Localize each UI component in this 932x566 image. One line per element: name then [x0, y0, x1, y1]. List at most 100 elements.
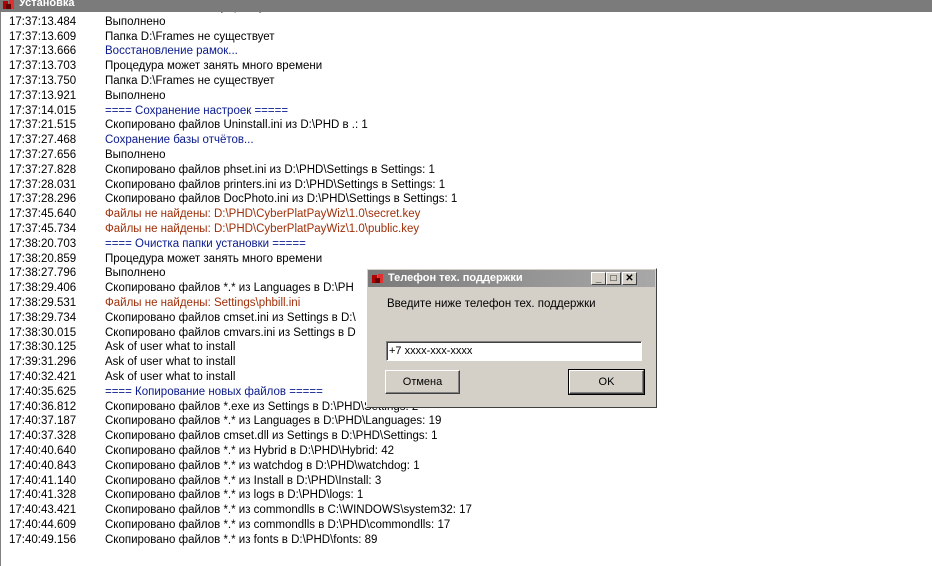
log-row: 17:40:40.640 Скопировано файлов *.* из Hy…: [1, 444, 931, 459]
log-message: Файлы не найдены: D:\PHD\CyberPlatPayWiz…: [105, 222, 420, 235]
log-row: 17:38:20.703 ==== Очистка папки установк…: [1, 237, 931, 252]
support-phone-input[interactable]: [386, 341, 642, 361]
dialog-title-bar[interactable]: Телефон тех. поддержки _ □ ✕: [368, 270, 655, 287]
log-time: 17:37:45.734: [9, 222, 77, 235]
log-time: 17:40:40.640: [9, 444, 77, 457]
log-time: 17:40:36.812: [9, 400, 77, 413]
log-time: 17:37:27.468: [9, 134, 77, 147]
log-message: ==== Очистка папки установки =====: [105, 237, 306, 250]
log-message: Скопировано файлов Uninstall.ini из D:\P…: [105, 119, 368, 132]
log-row: 17:40:43.421 Скопировано файлов *.* из co…: [1, 503, 931, 518]
log-row: 17:40:37.187 Скопировано файлов *.* из La…: [1, 414, 931, 429]
log-time: 17:40:43.421: [9, 504, 77, 517]
log-message: Скопировано файлов *.* из commondlls в C…: [105, 504, 472, 517]
log-time: 17:37:13.666: [9, 45, 77, 58]
log-message: Восстановление рамок...: [105, 45, 238, 58]
log-message: Выполнено: [105, 267, 166, 280]
app-icon: [3, 0, 14, 9]
log-time: 17:40:37.187: [9, 415, 77, 428]
dialog-prompt: Введите ниже телефон тех. поддержки: [387, 298, 596, 310]
window-title: Установка: [19, 0, 75, 9]
log-row: 17:37:13.750 Папка D:\Frames не существуе…: [1, 74, 931, 89]
log-message: Выполнено: [105, 89, 166, 102]
log-time: 17:40:35.625: [9, 385, 77, 398]
support-phone-dialog: Телефон тех. поддержки _ □ ✕ Введите ниж…: [366, 268, 657, 408]
log-message: Скопировано файлов *.* из Hybrid в D:\PH…: [105, 444, 394, 457]
log-time: 17:37:13.921: [9, 89, 77, 102]
log-message: Скопировано файлов *.* из commondlls в D…: [105, 518, 451, 531]
log-row: 17:37:45.640 Файлы не найдены: D:\PHD\Cyb…: [1, 207, 931, 222]
log-row: 17:40:44.609 Скопировано файлов *.* из co…: [1, 518, 931, 533]
log-message: Ask of user what to install: [105, 356, 236, 369]
close-button[interactable]: ✕: [622, 272, 637, 285]
log-time: 17:38:30.125: [9, 341, 77, 354]
minimize-button[interactable]: _: [591, 272, 606, 285]
close-icon: ✕: [625, 273, 634, 284]
log-message: Скопировано файлов *.* из watchdog в D:\…: [105, 459, 420, 472]
log-time: 17:37:13.484: [9, 15, 77, 28]
log-time: 17:39:31.296: [9, 356, 77, 369]
log-time: 17:37:45.640: [9, 208, 77, 221]
log-row: 17:37:27.656 Выполнено: [1, 148, 931, 163]
log-message: Скопировано файлов cmvars.ini из Setting…: [105, 326, 356, 339]
log-message: Ask of user what to install: [105, 370, 236, 383]
log-row: 17:40:49.156 Скопировано файлов *.* из fo…: [1, 533, 931, 548]
log-row: 17:40:40.843 Скопировано файлов *.* из wa…: [1, 459, 931, 474]
maximize-icon: □: [610, 273, 617, 284]
log-time: 17:40:32.421: [9, 370, 77, 383]
log-time: 17:38:27.796: [9, 267, 77, 280]
log-message: Скопировано файлов DocPhoto.ini из D:\PH…: [105, 193, 458, 206]
log-message: Файлы не найдены: D:\PHD\CyberPlatPayWiz…: [105, 208, 421, 221]
log-message: Папка D:\Frames не существует: [105, 30, 275, 43]
log-row: 17:40:41.328 Скопировано файлов *.* из lo…: [1, 488, 931, 503]
log-row: 17:37:28.296 Скопировано файлов DocPhoto.…: [1, 192, 931, 207]
log-message: Папка D:\Frames не существует: [105, 74, 275, 87]
dialog-title: Телефон тех. поддержки: [388, 272, 523, 284]
log-time: 17:38:20.859: [9, 252, 77, 265]
log-time: 17:40:41.140: [9, 474, 77, 487]
log-time: 17:37:27.828: [9, 163, 77, 176]
log-message: ==== Копирование новых файлов =====: [105, 385, 323, 398]
log-row: 17:37:27.828 Скопировано файлов phset.ini…: [1, 163, 931, 178]
log-time: 17:40:41.328: [9, 489, 77, 502]
cancel-button[interactable]: Отмена: [385, 370, 460, 394]
log-row: 17:37:13.703 Процедура может занять много…: [1, 59, 931, 74]
log-message: Скопировано файлов phset.ini из D:\PHD\S…: [105, 163, 435, 176]
log-row: 17:40:41.140 Скопировано файлов *.* из In…: [1, 474, 931, 489]
log-message: Скопировано файлов *.* из Languages в D:…: [105, 415, 442, 428]
log-message: Файлы не найдены: Settings\phbill.ini: [105, 296, 301, 309]
log-message: Выполнено: [105, 15, 166, 28]
log-time: 17:38:29.406: [9, 282, 77, 295]
maximize-button[interactable]: □: [606, 272, 621, 285]
ok-button[interactable]: OK: [568, 369, 645, 395]
log-message: Процедура может занять много времени: [105, 252, 323, 265]
log-time: 17:37:13.750: [9, 74, 77, 87]
log-row: 17:40:37.328 Скопировано файлов cmset.dll…: [1, 429, 931, 444]
log-row: 17:37:13.609 Папка D:\Frames не существуе…: [1, 30, 931, 45]
log-message: Выполнено: [105, 148, 166, 161]
log-time: 17:40:37.328: [9, 430, 77, 443]
log-message: Процедура может занять много времени: [105, 60, 323, 73]
log-row: 17:37:13.666 Восстановление рамок...: [1, 44, 931, 59]
main-title-bar[interactable]: Установка: [0, 0, 932, 12]
log-row: 17:37:27.468 Сохранение базы отчётов...: [1, 133, 931, 148]
log-time: 17:40:49.156: [9, 533, 77, 546]
log-message: Сохранение базы отчётов...: [105, 134, 254, 147]
log-row: 17:37:28.031 Скопировано файлов printers.…: [1, 178, 931, 193]
log-message: Скопировано файлов *.* из Install в D:\P…: [105, 474, 382, 487]
app-icon: [372, 274, 383, 283]
log-message: Ask of user what to install: [105, 341, 236, 354]
log-message: Скопировано файлов *.* из logs в D:\PHD\…: [105, 489, 364, 502]
minimize-icon: _: [595, 273, 602, 284]
log-message: Скопировано файлов printers.ini из D:\PH…: [105, 178, 446, 191]
log-time: 17:37:13.609: [9, 30, 77, 43]
log-time: 17:38:30.015: [9, 326, 77, 339]
log-time: 17:37:21.515: [9, 119, 77, 132]
log-time: 17:37:28.031: [9, 178, 77, 191]
log-time: 17:37:27.656: [9, 148, 77, 161]
log-time: 17:37:14.015: [9, 104, 77, 117]
log-time: 17:38:29.531: [9, 296, 77, 309]
log-message: Скопировано файлов cmset.dll из Settings…: [105, 430, 438, 443]
log-row: 17:37:14.015 ==== Сохранение настроек ==…: [1, 104, 931, 119]
log-message: ==== Сохранение настроек =====: [105, 104, 289, 117]
